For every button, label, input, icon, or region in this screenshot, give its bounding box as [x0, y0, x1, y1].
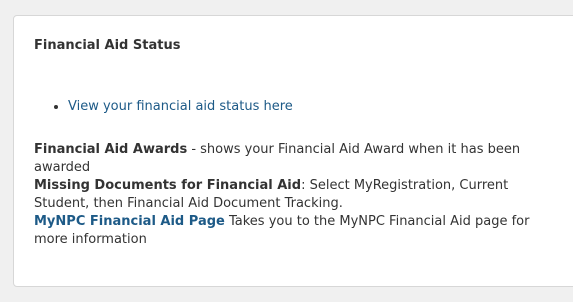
financial-aid-status-panel: Financial Aid Status View your financial…	[13, 15, 573, 287]
panel-body: Financial Aid Awards - shows your Financ…	[34, 141, 554, 249]
status-link-list: View your financial aid status here	[32, 99, 293, 114]
financial-aid-awards-paragraph: Financial Aid Awards - shows your Financ…	[34, 141, 554, 177]
missing-documents-label: Missing Documents for Financial Aid	[34, 178, 302, 193]
list-item: View your financial aid status here	[68, 99, 293, 114]
missing-documents-paragraph: Missing Documents for Financial Aid: Sel…	[34, 177, 554, 213]
mynpc-financial-aid-paragraph: MyNPC Financial Aid Page Takes you to th…	[34, 213, 554, 249]
financial-aid-awards-label: Financial Aid Awards	[34, 142, 188, 157]
panel-title: Financial Aid Status	[34, 38, 181, 53]
mynpc-financial-aid-page-link[interactable]: MyNPC Financial Aid Page	[34, 214, 225, 229]
view-financial-aid-status-link[interactable]: View your financial aid status here	[68, 99, 293, 114]
